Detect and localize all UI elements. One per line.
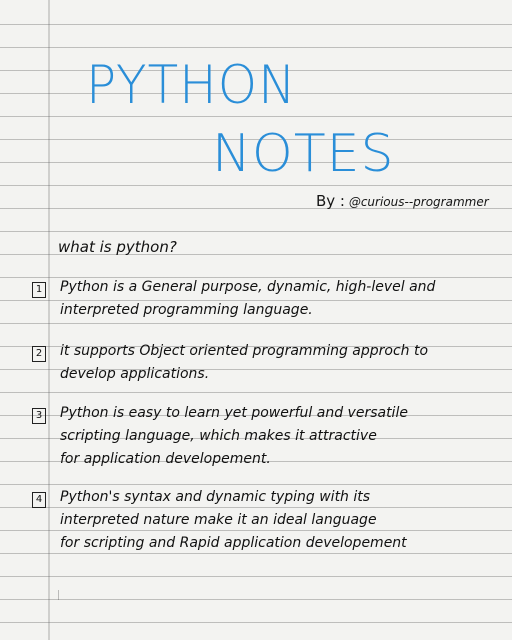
point-4-line-2: interpreted nature make it an ideal lang… (60, 512, 377, 528)
title-notes: NOTES (212, 124, 395, 184)
point-2-line-1: it supports Object oriented programming … (60, 343, 429, 359)
point-2-line-2: develop applications. (60, 366, 210, 382)
margin-mark (58, 590, 63, 600)
margin-line (48, 0, 50, 640)
point-number-1: 1 (32, 282, 46, 298)
section-heading: what is python? (58, 238, 177, 256)
title-python: PYTHON (86, 54, 297, 116)
byline-author: @curious--programmer (348, 195, 489, 209)
notebook-page: PYTHON NOTES By : @curious--programmer w… (0, 0, 512, 640)
point-3-line-1: Python is easy to learn yet powerful and… (60, 405, 408, 421)
point-4-line-3: for scripting and Rapid application deve… (60, 535, 407, 551)
point-number-4: 4 (32, 492, 46, 508)
point-1-line-1: Python is a General purpose, dynamic, hi… (60, 279, 436, 295)
point-number-3: 3 (32, 408, 46, 424)
point-3-line-2: scripting language, which makes it attra… (60, 428, 377, 444)
point-4-line-1: Python's syntax and dynamic typing with … (60, 489, 371, 505)
point-3-line-3: for application developement. (60, 451, 271, 467)
byline: By : @curious--programmer (316, 192, 489, 210)
point-1-line-2: interpreted programming language. (60, 302, 313, 318)
byline-prefix: By : (316, 192, 345, 210)
point-number-2: 2 (32, 346, 46, 362)
